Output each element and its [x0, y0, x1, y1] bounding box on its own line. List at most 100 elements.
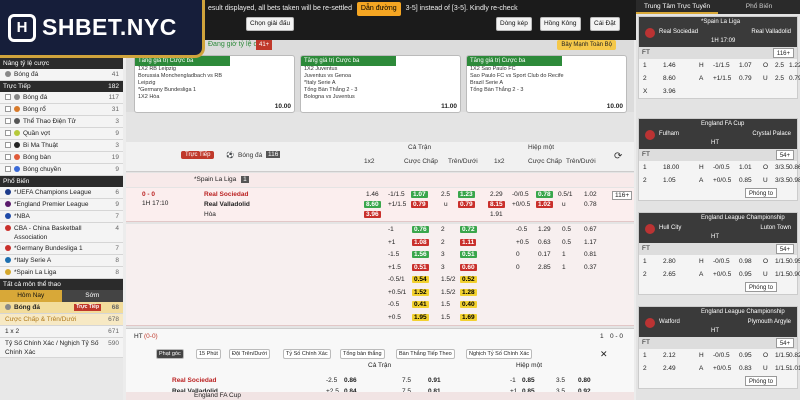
- card-cell[interactable]: 0.95: [739, 349, 752, 362]
- card-cell[interactable]: 0.82: [789, 349, 800, 362]
- card-cell[interactable]: 2.65: [663, 268, 676, 281]
- zoom-button[interactable]: Phóng to: [744, 188, 777, 198]
- card-cell[interactable]: 2.49: [663, 362, 676, 375]
- chip-corners[interactable]: Phạt góc: [156, 349, 184, 359]
- odds-handicap[interactable]: 0.54: [412, 276, 429, 283]
- sidebar-item-popular[interactable]: *England Premier League 9: [0, 199, 123, 211]
- sidebar-item-popular[interactable]: *UEFA Champions League 6: [0, 187, 123, 199]
- league-row[interactable]: *Spain La Liga 1: [126, 173, 634, 187]
- odds-draw-half[interactable]: 1.91: [490, 211, 503, 218]
- odds-ou[interactable]: 1.23: [458, 191, 475, 198]
- section-popular[interactable]: Phổ Biến: [0, 176, 123, 187]
- sidebar-item-popular[interactable]: *Spain La Liga 8: [0, 267, 123, 279]
- more-markets-button[interactable]: 116+: [612, 191, 633, 200]
- odds-1x2-half[interactable]: 8.15: [488, 201, 505, 208]
- card-more-button[interactable]: 54+: [775, 150, 794, 160]
- chip-15min[interactable]: 15 Phút: [196, 349, 221, 359]
- ht-odds[interactable]: 0.86: [344, 377, 357, 384]
- card-cell[interactable]: 1.22: [789, 59, 800, 72]
- checkbox-icon[interactable]: [5, 106, 11, 112]
- odds-handicap[interactable]: 1.52: [412, 288, 429, 296]
- card-cell[interactable]: 0.98: [789, 174, 800, 187]
- sidebar-item-live[interactable]: Bi Ma Thuật 3: [0, 140, 123, 152]
- odds-handicap[interactable]: 0.41: [412, 301, 429, 308]
- card-cell[interactable]: 0.98: [739, 255, 752, 268]
- tab-early[interactable]: Sớm: [62, 290, 124, 302]
- sidebar-item-live[interactable]: Bóng chuyền 9: [0, 164, 123, 176]
- card-more-button[interactable]: 54+: [775, 244, 794, 254]
- odds-handicap[interactable]: 1.07: [411, 191, 428, 198]
- sidebar-item-popular[interactable]: *Germany Bundesliga 1 7: [0, 243, 123, 255]
- ht-odds[interactable]: 0.91: [428, 377, 441, 384]
- sidebar-item-popular[interactable]: *NBA 7: [0, 211, 123, 223]
- card-cell[interactable]: 0.95: [739, 268, 752, 281]
- chip-correct-score[interactable]: Tỷ Số Chính Xác: [283, 349, 331, 359]
- sidebar-item-popular[interactable]: CBA - China Basketball Association 4: [0, 223, 123, 243]
- section-live[interactable]: Trực Tiếp 182: [0, 81, 123, 92]
- settings-select[interactable]: Cái Đặt: [590, 17, 620, 31]
- odds-format-select[interactable]: Hồng Kông: [540, 17, 581, 31]
- card-more-button[interactable]: 54+: [775, 338, 794, 348]
- sidebar-item-football[interactable]: Bóng đá Trực Tiếp 68: [0, 302, 123, 314]
- ht-odds[interactable]: 0.80: [578, 377, 591, 384]
- card-cell[interactable]: 0.79: [789, 72, 800, 85]
- odds-ou[interactable]: 0.79: [458, 201, 475, 208]
- odds-handicap[interactable]: 1.95: [412, 313, 429, 321]
- match-card[interactable]: England League Championship Watford Plymou…: [638, 306, 800, 389]
- odds-handicap-half[interactable]: 1.29: [538, 226, 551, 233]
- odds-1x2[interactable]: 8.60: [364, 201, 381, 208]
- card-more-button[interactable]: 116+: [772, 48, 794, 58]
- odds-handicap-half[interactable]: 0.78: [536, 191, 553, 198]
- boost-all-button[interactable]: Bảy Mạnh Toàn Bộ: [557, 40, 616, 50]
- home-team[interactable]: Real Sociedad: [204, 191, 248, 198]
- odds-1x2-half[interactable]: 2.29: [490, 191, 503, 198]
- card-cell[interactable]: 0.95: [789, 255, 800, 268]
- odds-handicap-half[interactable]: 2.85: [538, 264, 551, 271]
- odds-1x2[interactable]: 1.46: [366, 191, 379, 198]
- card-cell[interactable]: 2.80: [663, 255, 676, 268]
- close-icon[interactable]: ✕: [600, 349, 608, 360]
- odds-ou[interactable]: 1.69: [460, 313, 477, 321]
- card-cell[interactable]: 0.90: [789, 268, 800, 281]
- sidebar-item-market[interactable]: Cược Chấp & Trên/Dưới 678: [0, 314, 123, 326]
- chip-next-goal[interactable]: Bàn Thắng Tiếp Theo: [396, 349, 455, 359]
- ht-odds[interactable]: 0.85: [522, 377, 535, 384]
- card-cell[interactable]: 0.86: [789, 161, 800, 174]
- sidebar-item-live[interactable]: Quần vợt 9: [0, 128, 123, 140]
- odds-handicap-half[interactable]: 1.02: [536, 201, 553, 208]
- section-odds-boost[interactable]: Nâng tỷ lệ cược: [0, 58, 123, 69]
- card-cell[interactable]: 0.79: [739, 72, 752, 85]
- odds-draw[interactable]: 3.96: [364, 211, 381, 218]
- odds-handicap[interactable]: 0.76: [412, 226, 429, 233]
- promo-card[interactable]: Tăng giá trị Cược ba 1X2 Juventus Juvent…: [300, 55, 461, 113]
- odds-type-select[interactable]: Dòng kép: [496, 17, 532, 31]
- odds-handicap[interactable]: 0.51: [412, 263, 429, 271]
- odds-ou-half[interactable]: 1.02: [584, 191, 597, 198]
- odds-ou-half[interactable]: 0.67: [584, 226, 597, 233]
- card-cell[interactable]: 3.96: [663, 85, 676, 98]
- odds-ou-half[interactable]: 0.37: [584, 264, 597, 271]
- odds-ou[interactable]: 0.40: [460, 301, 477, 308]
- promo-card[interactable]: Tăng giá trị Cược ba 1X2 RB Leipzig Boru…: [134, 55, 295, 113]
- direction-button[interactable]: Dẫn đường: [356, 2, 401, 16]
- odds-handicap-half[interactable]: 0.17: [538, 251, 551, 258]
- match-card[interactable]: England FA Cup Fulham Crystal Palace HT FT 54…: [638, 118, 800, 201]
- card-cell[interactable]: 2.12: [663, 349, 676, 362]
- odds-handicap[interactable]: 1.08: [412, 238, 429, 246]
- odds-handicap[interactable]: 1.56: [412, 251, 429, 258]
- checkbox-icon[interactable]: [5, 130, 11, 136]
- sidebar-item-live[interactable]: Bóng rổ 31: [0, 104, 123, 116]
- zoom-button[interactable]: Phóng to: [744, 376, 777, 386]
- odds-ou[interactable]: 0.72: [460, 226, 477, 233]
- tab-today[interactable]: Hôm Nay: [0, 290, 62, 302]
- odds-handicap[interactable]: 0.79: [411, 201, 428, 208]
- odds-ou[interactable]: 0.51: [460, 251, 477, 258]
- away-team[interactable]: Real Valladolid: [204, 201, 250, 208]
- sidebar-item-popular[interactable]: *Italy Serie A 8: [0, 255, 123, 267]
- chip-team-ou[interactable]: Đội Trên/Dưới: [229, 349, 270, 359]
- odds-ou-half[interactable]: 1.17: [584, 239, 597, 246]
- card-cell[interactable]: 1.46: [663, 59, 676, 72]
- tab-live-center[interactable]: Trung Tâm Trực Tuyến: [636, 0, 718, 14]
- card-cell[interactable]: 1.01: [739, 161, 752, 174]
- card-cell[interactable]: 1.01: [789, 362, 800, 375]
